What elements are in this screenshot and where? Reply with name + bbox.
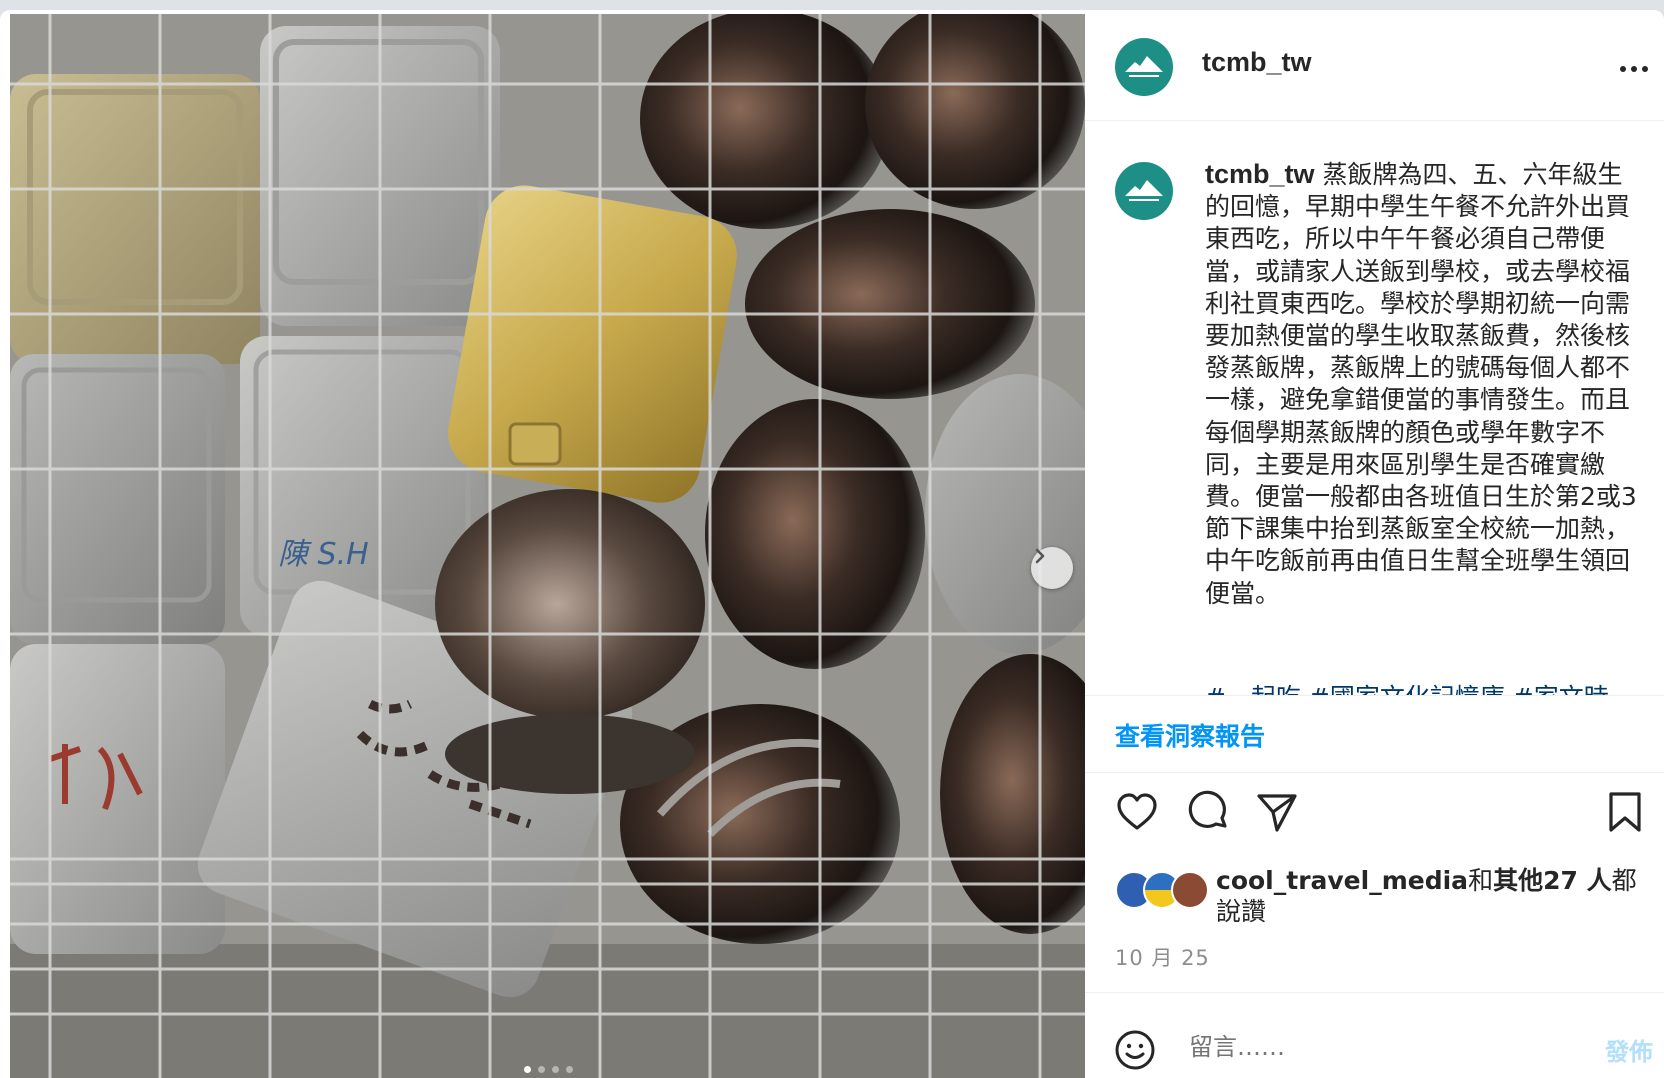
bookmark-icon: [1609, 792, 1641, 832]
liker-avatars: [1115, 871, 1215, 909]
post-caption: tcmb_tw 蒸飯牌為四、五、六年級生的回憶，早期中學生午餐不允許外出買東西吃…: [1205, 158, 1645, 610]
share-button[interactable]: [1255, 790, 1299, 838]
likes-others[interactable]: 其他27 人: [1493, 866, 1612, 895]
more-options-icon[interactable]: [1620, 66, 1648, 72]
emoji-icon[interactable]: [1113, 1028, 1157, 1072]
next-slide-button[interactable]: [1031, 547, 1073, 589]
carousel-dot: [524, 1066, 531, 1073]
post-date[interactable]: 10 月 25: [1115, 942, 1210, 972]
divider: [1085, 772, 1664, 773]
avatar[interactable]: [1115, 162, 1173, 220]
action-bar: [1085, 790, 1664, 840]
caption-section: tcmb_tw 蒸飯牌為四、五、六年級生的回憶，早期中學生午餐不允許外出買東西吃…: [1085, 120, 1664, 695]
carousel-dot: [552, 1066, 559, 1073]
dot: [1642, 66, 1648, 72]
lunchbox-photo: 陳 S.H: [10, 14, 1085, 1078]
like-button[interactable]: [1115, 790, 1159, 838]
heart-icon: [1117, 793, 1157, 830]
carousel-dot: [538, 1066, 545, 1073]
post-photo[interactable]: 陳 S.H: [10, 14, 1085, 1078]
view-insights-link[interactable]: 查看洞察報告: [1115, 717, 1265, 753]
post-username[interactable]: tcmb_tw: [1202, 47, 1312, 78]
post-comment-button[interactable]: 發佈: [1605, 1032, 1653, 1067]
comment-bar: 發佈: [1085, 992, 1664, 1078]
post-sidebar: tcmb_tw tcmb_tw 蒸飯牌為四、五、六年級生的回憶，早期中學生午餐不…: [1085, 10, 1664, 1078]
mountain-logo-icon: [1125, 180, 1163, 201]
comment-icon: [1188, 790, 1227, 828]
likes-text[interactable]: cool_travel_media和其他27 人都說讚: [1216, 865, 1656, 927]
hashtags[interactable]: #一起吃 #國家文化記憶庫 #家文時: [1205, 678, 1664, 695]
mountain-logo-icon: [1125, 56, 1163, 77]
avatar: [1171, 871, 1209, 909]
save-button[interactable]: [1605, 790, 1645, 838]
avatar[interactable]: [1115, 38, 1173, 96]
comment-button[interactable]: [1187, 790, 1231, 838]
carousel-indicator: [524, 1066, 573, 1073]
chevron-right-icon: [1035, 548, 1045, 564]
comment-input[interactable]: [1187, 1032, 1571, 1062]
post-header: tcmb_tw: [1085, 10, 1664, 121]
dot: [1631, 66, 1637, 72]
divider: [1085, 695, 1664, 696]
post-dialog: 陳 S.H tcmb_tw tcmb_tw 蒸飯牌為四、五、六年級生的回憶，早期…: [0, 10, 1664, 1078]
box-label: 陳 S.H: [278, 537, 369, 572]
caption-text: 蒸飯牌為四、五、六年級生的回憶，早期中學生午餐不允許外出買東西吃，所以中午午餐必…: [1205, 160, 1637, 608]
liker-username[interactable]: cool_travel_media: [1216, 866, 1468, 895]
carousel-dot: [566, 1066, 573, 1073]
caption-username[interactable]: tcmb_tw: [1205, 159, 1315, 189]
share-icon: [1257, 794, 1297, 832]
dot: [1620, 66, 1626, 72]
likes-connector: 和: [1468, 866, 1494, 895]
